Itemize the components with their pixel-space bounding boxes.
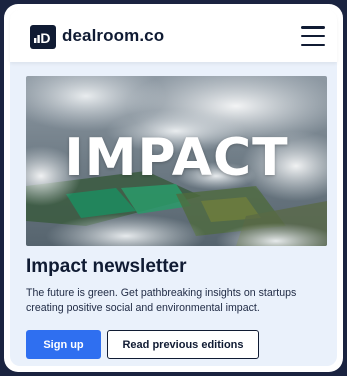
sign-up-button[interactable]: Sign up — [26, 330, 101, 359]
newsletter-card: IMPACT Impact newsletter The future is g… — [10, 62, 337, 366]
browser-frame: D dealroom.co IMPACT Impact newsletter T… — [4, 4, 343, 372]
hero-overlay-text: IMPACT — [64, 128, 289, 188]
hero-image: IMPACT — [26, 76, 327, 246]
dealroom-logo-icon[interactable]: D — [30, 25, 56, 49]
logo-mark-letter: D — [40, 30, 50, 45]
newsletter-description: The future is green. Get pathbreaking in… — [26, 287, 297, 314]
site-header: D dealroom.co — [10, 10, 337, 62]
read-previous-editions-button[interactable]: Read previous editions — [107, 330, 259, 359]
hamburger-menu-icon[interactable] — [301, 26, 325, 46]
brand-name[interactable]: dealroom.co — [62, 26, 164, 46]
newsletter-title: Impact newsletter — [26, 256, 187, 277]
